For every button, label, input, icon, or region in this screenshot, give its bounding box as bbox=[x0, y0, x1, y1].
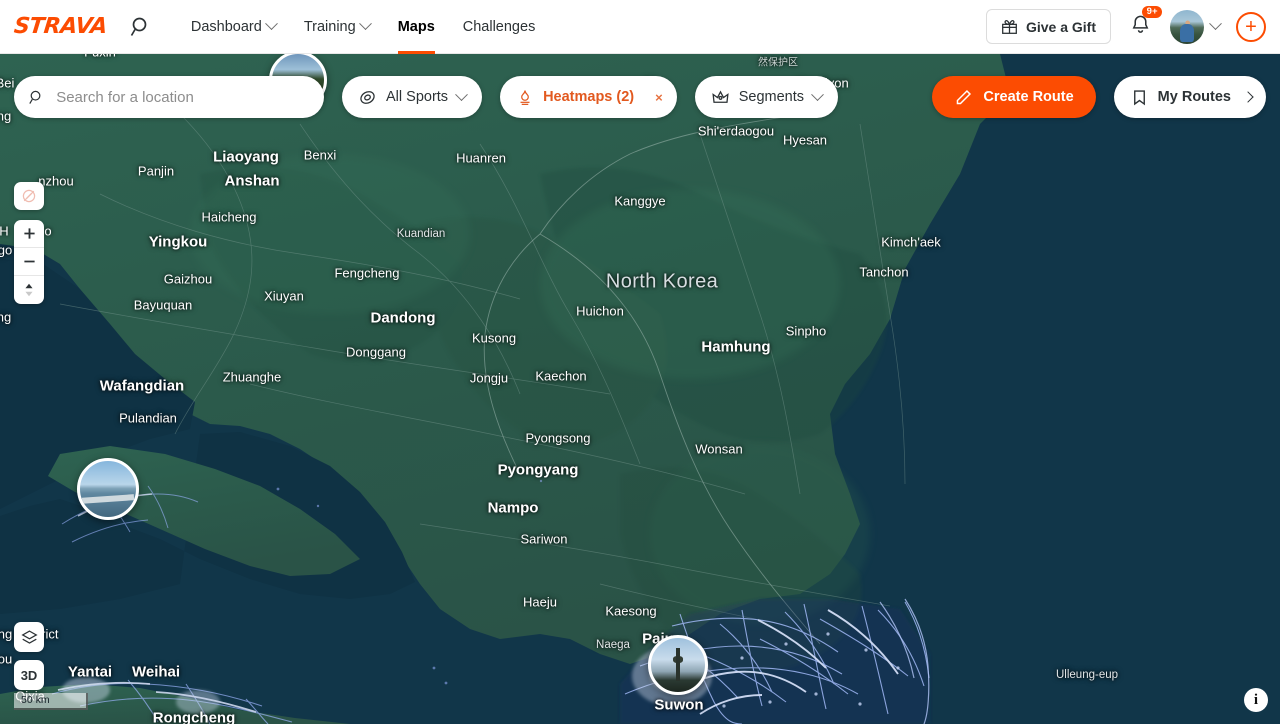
create-route-label: Create Route bbox=[983, 89, 1073, 105]
map-bottom-left-controls: 3D bbox=[14, 622, 44, 690]
chevron-down-icon bbox=[1209, 17, 1222, 30]
tilt-button[interactable] bbox=[14, 276, 44, 304]
heatmaps-label: Heatmaps (2) bbox=[543, 89, 634, 105]
gift-icon bbox=[1001, 18, 1018, 35]
sports-icon bbox=[358, 88, 377, 107]
measure-disabled-icon bbox=[21, 188, 37, 204]
nav-label-training: Training bbox=[304, 19, 356, 35]
nav-item-maps[interactable]: Maps bbox=[384, 0, 449, 54]
chevron-down-icon bbox=[811, 88, 824, 101]
three-d-button[interactable]: 3D bbox=[14, 660, 44, 690]
give-a-gift-label: Give a Gift bbox=[1026, 19, 1096, 35]
nav-item-challenges[interactable]: Challenges bbox=[449, 0, 550, 54]
nav-label-challenges: Challenges bbox=[463, 19, 536, 35]
header-search-icon[interactable] bbox=[129, 15, 153, 39]
chevron-right-icon bbox=[1242, 91, 1253, 102]
map-viewport[interactable]: Fuxin然保护区BeiSamjiyonLingShi'erdaogouHyes… bbox=[0, 54, 1280, 724]
heatmaps-filter[interactable]: Heatmaps (2) × bbox=[500, 76, 677, 118]
create-route-button[interactable]: Create Route bbox=[932, 76, 1095, 118]
scale-bar: 50 km bbox=[14, 693, 88, 710]
give-a-gift-button[interactable]: Give a Gift bbox=[986, 9, 1111, 44]
layers-icon bbox=[21, 629, 38, 646]
heatmaps-clear-button[interactable]: × bbox=[649, 90, 669, 105]
my-routes-label: My Routes bbox=[1158, 89, 1231, 105]
my-routes-button[interactable]: My Routes bbox=[1114, 76, 1266, 118]
layers-button[interactable] bbox=[14, 622, 44, 652]
add-new-button[interactable]: + bbox=[1236, 12, 1266, 42]
strava-maps-page: STRAVA Dashboard Training Maps Challenge… bbox=[0, 0, 1280, 724]
map-canvas bbox=[0, 54, 1280, 724]
map-left-controls bbox=[14, 182, 44, 304]
nav-label-dashboard: Dashboard bbox=[191, 19, 262, 35]
photo-marker-pier[interactable] bbox=[77, 458, 139, 520]
notification-badge: 9+ bbox=[1142, 6, 1162, 19]
chevron-down-icon bbox=[455, 88, 468, 101]
segments-label: Segments bbox=[739, 89, 804, 105]
nav-label-maps: Maps bbox=[398, 19, 435, 35]
bookmark-icon bbox=[1130, 88, 1149, 107]
all-sports-filter[interactable]: All Sports bbox=[342, 76, 482, 118]
nav-item-training[interactable]: Training bbox=[290, 0, 384, 54]
global-header: STRAVA Dashboard Training Maps Challenge… bbox=[0, 0, 1280, 54]
zoom-controls bbox=[14, 220, 44, 304]
zoom-in-button[interactable] bbox=[14, 220, 44, 248]
notifications-button[interactable]: 9+ bbox=[1127, 11, 1154, 43]
crown-icon bbox=[711, 88, 730, 107]
search-location-container[interactable] bbox=[14, 76, 324, 118]
avatar bbox=[1170, 10, 1204, 44]
header-actions: Give a Gift 9+ + bbox=[986, 9, 1266, 44]
zoom-out-button[interactable] bbox=[14, 248, 44, 276]
minus-icon bbox=[23, 255, 36, 268]
plus-icon bbox=[23, 227, 36, 240]
segments-filter[interactable]: Segments bbox=[695, 76, 838, 118]
photo-marker-tower[interactable] bbox=[648, 635, 708, 695]
map-toolbar: All Sports Heatmaps (2) × Segments C bbox=[0, 76, 1280, 118]
strava-logo[interactable]: STRAVA bbox=[13, 14, 109, 39]
main-nav: Dashboard Training Maps Challenges bbox=[177, 0, 549, 54]
tilt-icon bbox=[22, 282, 36, 298]
pencil-icon bbox=[954, 88, 973, 107]
measure-tool-box bbox=[14, 182, 44, 210]
chevron-down-icon bbox=[265, 17, 278, 30]
map-info-button[interactable]: i bbox=[1244, 688, 1268, 712]
chevron-down-icon bbox=[359, 17, 372, 30]
nav-item-dashboard[interactable]: Dashboard bbox=[177, 0, 290, 54]
search-input[interactable] bbox=[54, 88, 308, 107]
measure-tool-button[interactable] bbox=[14, 182, 44, 210]
all-sports-label: All Sports bbox=[386, 89, 448, 105]
search-icon bbox=[28, 88, 45, 107]
heatmap-flame-icon bbox=[516, 88, 534, 106]
user-menu[interactable] bbox=[1170, 10, 1220, 44]
